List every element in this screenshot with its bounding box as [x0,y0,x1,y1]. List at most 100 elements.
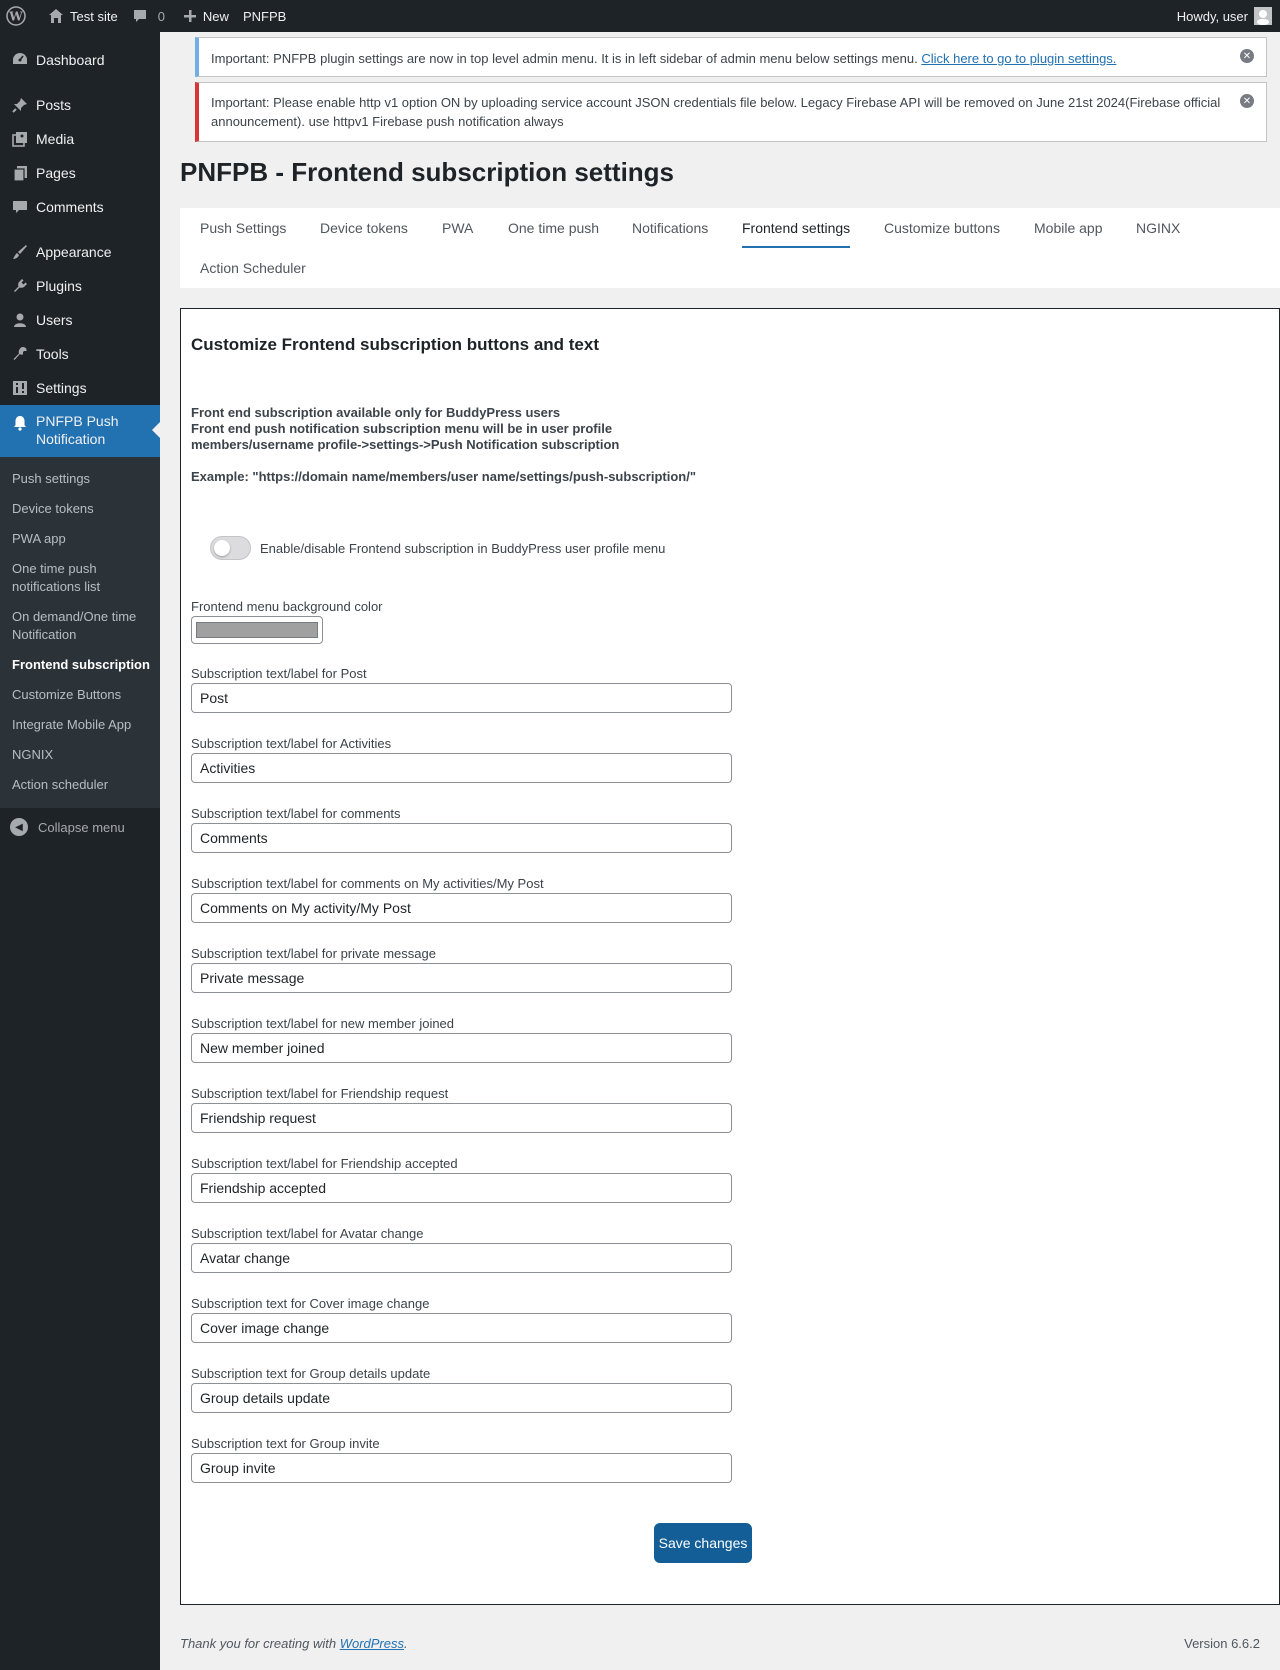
error-notice: Important: Please enable http v1 option … [195,82,1267,142]
media-icon [10,129,30,149]
svg-text:W: W [8,10,23,24]
save-button[interactable]: Save changes [654,1523,752,1563]
new-member-input[interactable] [191,1033,732,1063]
field-comments: Subscription text/label for comments [191,806,732,853]
submenu-frontend-subscription[interactable]: Frontend subscription [0,650,160,680]
tab-one-time-push[interactable]: One time push [508,208,599,248]
field-label: Subscription text for Group details upda… [191,1366,431,1381]
field-label: Subscription text/label for comments [191,806,401,821]
tab-frontend-settings[interactable]: Frontend settings [742,208,851,248]
friendship-request-input[interactable] [191,1103,732,1133]
sidebar-item-settings[interactable]: Settings [0,371,160,405]
private-message-input[interactable] [191,963,732,993]
toggle-label: Enable/disable Frontend subscription in … [260,540,666,556]
submenu-customize-buttons[interactable]: Customize Buttons [0,680,160,710]
dashboard-icon [10,50,30,70]
info-notice-text: Important: PNFPB plugin settings are now… [211,51,922,66]
plugin-settings-link[interactable]: Click here to go to plugin settings. [921,51,1116,66]
cover-image-change-input[interactable] [191,1313,732,1343]
comments-my-activities-input[interactable] [191,893,732,923]
post-label-input[interactable] [191,683,732,713]
current-menu-arrow [152,422,160,438]
sidebar-item-dashboard[interactable]: Dashboard [0,43,160,77]
submenu-device-tokens[interactable]: Device tokens [0,494,160,524]
field-private-message: Subscription text/label for private mess… [191,946,732,993]
frontend-subscription-toggle-row: Enable/disable Frontend subscription in … [210,536,665,560]
panel-description: Front end subscription available only fo… [191,405,619,453]
sidebar-item-label: Tools [36,346,69,362]
desc-line: Front end subscription available only fo… [191,405,561,420]
sidebar-item-posts[interactable]: Posts [0,88,160,122]
pin-icon [10,95,30,115]
tab-nginx[interactable]: NGINX [1136,208,1180,248]
tab-push-settings[interactable]: Push Settings [200,208,286,248]
error-notice-text: Important: Please enable http v1 option … [211,95,1221,129]
dismiss-icon[interactable]: ✕ [1240,94,1254,108]
group-invite-input[interactable] [191,1453,732,1483]
comments-label-input[interactable] [191,823,732,853]
footer-thanks-suffix: . [404,1636,408,1651]
tab-customize-buttons[interactable]: Customize buttons [884,208,1000,248]
sidebar-item-pages[interactable]: Pages [0,156,160,190]
field-label: Subscription text/label for Friendship r… [191,1086,449,1101]
desc-line: Front end push notification subscription… [191,421,613,436]
new-label: New [202,8,229,24]
comments-count: 0 [157,8,165,24]
sidebar-item-label: Media [36,131,75,147]
submenu-push-settings[interactable]: Push settings [0,464,160,494]
footer-thanks-prefix: Thank you for creating with [180,1636,340,1651]
toggle-knob [214,540,230,556]
site-name-link[interactable]: Test site [34,0,126,32]
field-label: Subscription text/label for private mess… [191,946,436,961]
pnfpb-link[interactable]: PNFPB [237,0,294,32]
comments-link[interactable]: 0 [126,0,173,32]
sidebar-item-plugins[interactable]: Plugins [0,269,160,303]
submenu-on-demand-notification[interactable]: On demand/One time Notification [0,602,160,650]
site-name-label: Test site [70,8,118,24]
wrench-icon [10,344,30,364]
avatar-change-input[interactable] [191,1243,732,1273]
tab-notifications[interactable]: Notifications [632,208,708,248]
pages-icon [10,163,30,183]
friendship-accepted-input[interactable] [191,1173,732,1203]
submenu-one-time-push-list[interactable]: One time push notifications list [0,554,160,602]
tab-device-tokens[interactable]: Device tokens [320,208,408,248]
user-icon [10,310,30,330]
submenu-pwa-app[interactable]: PWA app [0,524,160,554]
sidebar-item-appearance[interactable]: Appearance [0,235,160,269]
color-label: Frontend menu background color [191,599,383,614]
activities-label-input[interactable] [191,753,732,783]
tab-pwa[interactable]: PWA [442,208,473,248]
collapse-menu-button[interactable]: ◀ Collapse menu [0,808,160,846]
collapse-icon: ◀ [10,818,28,836]
tab-action-scheduler[interactable]: Action Scheduler [200,248,306,288]
admin-bar: W Test site 0 New PNFPB Howdy, user [0,0,1280,32]
sidebar-item-users[interactable]: Users [0,303,160,337]
submenu-action-scheduler[interactable]: Action scheduler [0,770,160,800]
wordpress-link[interactable]: WordPress [340,1636,404,1651]
plug-icon [10,276,30,296]
sidebar-item-label: Settings [36,380,87,396]
wordpress-logo-icon: W [6,6,26,26]
field-label: Subscription text for Group invite [191,1436,380,1451]
submenu-integrate-mobile-app[interactable]: Integrate Mobile App [0,710,160,740]
tab-mobile-app[interactable]: Mobile app [1034,208,1103,248]
new-content-button[interactable]: New [173,0,237,32]
my-account[interactable]: Howdy, user [1177,7,1280,25]
sidebar-item-tools[interactable]: Tools [0,337,160,371]
submenu-ngnix[interactable]: NGNIX [0,740,160,770]
sidebar-item-label: Comments [36,199,104,215]
sidebar-item-comments[interactable]: Comments [0,190,160,224]
color-picker[interactable] [191,616,323,644]
group-details-update-input[interactable] [191,1383,732,1413]
pnfpb-label: PNFPB [242,8,287,24]
sidebar-item-label: Pages [36,165,76,181]
brush-icon [10,242,30,262]
dismiss-icon[interactable]: ✕ [1240,49,1254,63]
settings-tabs: Push Settings Device tokens PWA One time… [180,208,1280,288]
wordpress-logo-button[interactable]: W [0,0,34,32]
avatar [1254,7,1272,25]
sidebar-item-media[interactable]: Media [0,122,160,156]
frontend-subscription-toggle[interactable] [210,536,251,560]
sidebar-item-pnfpb[interactable]: PNFPB Push Notification [0,405,160,457]
